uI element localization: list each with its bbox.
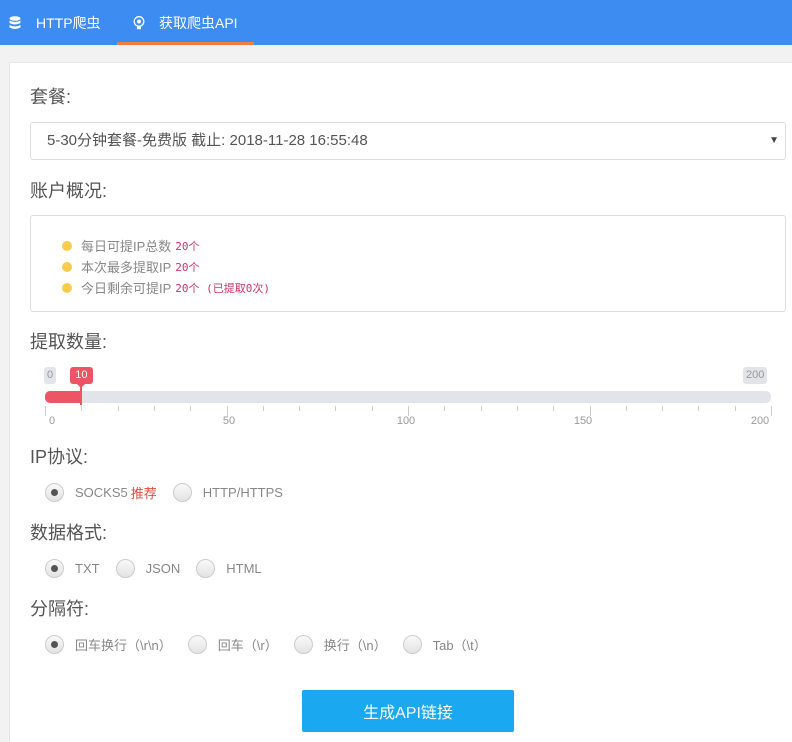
account-item-value: 20个 (已提取0次) [175,281,271,295]
package-select[interactable]: 5-30分钟套餐-免费版 截止: 2018-11-28 16:55:48 ▼ [30,122,786,160]
radio-tab[interactable]: Tab（\t） [402,634,487,654]
radio-label: HTML [226,560,262,576]
recommend-tag: 推荐 [130,485,157,501]
package-label: 套餐: [30,87,72,107]
scale-label: 0 [48,415,56,427]
slider-tick [771,406,772,416]
radio-label: 换行（\n） [323,637,387,653]
radio-circle[interactable] [45,558,64,578]
radio-circle[interactable] [172,482,192,502]
separator-radio-group: 回车换行（\r\n） 回车（\r） 换行（\n） Tab（\t） [45,634,503,654]
slider-tick [299,406,300,411]
bullet-dot-icon [62,240,72,251]
radio-socks5[interactable]: SOCKS5 推荐 [45,482,157,502]
account-overview-box: 每日可提IP总数 20个 本次最多提取IP 20个 今日剩余可提IP 20个 (… [30,215,786,312]
account-item-value: 20个 [175,239,200,253]
list-item: 本次最多提取IP 20个 [62,257,200,276]
slider-max-label: 200 [743,367,768,384]
tab-label: 获取爬虫API [159,14,238,31]
radio-lf[interactable]: 换行（\n） [293,634,387,654]
api-form-panel: 套餐: 5-30分钟套餐-免费版 截止: 2018-11-28 16:55:48… [9,62,792,742]
dropdown-arrow-icon: ▼ [769,135,779,146]
slider-tick [190,406,191,411]
slider-tick [698,406,699,411]
slider-current-label: 10 [70,367,93,388]
top-navigation-bar: HTTP爬虫 获取爬虫API [0,0,792,45]
slider-tick [553,406,554,411]
slider-handle[interactable] [80,385,83,405]
radio-circle[interactable] [402,634,422,654]
format-radio-group: TXT JSON HTML [45,558,278,578]
protocol-radio-group: SOCKS5 推荐 HTTP/HTTPS [45,482,299,502]
slider-tick [118,406,119,411]
format-label: 数据格式: [30,523,108,543]
radio-cr[interactable]: 回车（\r） [187,634,278,654]
account-item-value: 20个 [175,260,200,274]
radio-label: SOCKS5 [75,484,128,500]
radio-label: TXT [75,560,100,576]
list-item: 每日可提IP总数 20个 [62,236,200,255]
slider-tick [735,406,736,411]
slider-min-label: 0 [44,367,57,384]
radio-html[interactable]: HTML [196,558,262,578]
tab-http-crawler[interactable]: HTTP爬虫 [0,0,116,45]
radio-json[interactable]: JSON [115,558,181,578]
radio-label: HTTP/HTTPS [202,484,283,500]
scale-label: 100 [396,415,416,427]
bullet-dot-icon [62,261,72,272]
radio-circle[interactable] [293,634,313,654]
radio-label: 回车换行（\r\n） [75,637,172,653]
radio-circle[interactable] [187,634,207,654]
radio-circle[interactable] [196,558,216,578]
slider-tick [517,406,518,411]
radio-http-https[interactable]: HTTP/HTTPS [172,482,283,502]
slider-tick [444,406,445,411]
radio-circle[interactable] [115,558,135,578]
account-label: 账户概况: [30,181,108,201]
slider-tick [662,406,663,411]
scale-label: 150 [573,415,593,427]
scale-label: 200 [750,415,770,427]
account-item-text: 本次最多提取IP [81,260,172,275]
account-item-text: 每日可提IP总数 [81,239,172,254]
generate-api-link-button[interactable]: 生成API链接 [302,690,514,732]
radio-txt[interactable]: TXT [45,558,100,578]
quantity-slider[interactable] [45,385,771,405]
radio-crlf[interactable]: 回车换行（\r\n） [45,634,172,654]
tab-get-crawler-api[interactable]: 获取爬虫API [117,0,254,45]
tab-label: HTTP爬虫 [36,14,101,31]
slider-tick [626,406,627,411]
quantity-label: 提取数量: [30,332,108,352]
lightbulb-icon [133,15,145,30]
radio-label: Tab（\t） [432,637,487,653]
slider-tick [154,406,155,411]
radio-circle[interactable] [45,634,64,654]
radio-label: 回车（\r） [217,637,278,653]
list-item: 今日剩余可提IP 20个 (已提取0次) [62,278,270,297]
slider-tick [263,406,264,411]
radio-circle[interactable] [45,482,64,502]
separator-label: 分隔符: [30,599,90,619]
slider-tick [335,406,336,411]
slider-tick [372,406,373,411]
bullet-dot-icon [62,282,72,293]
slider-tick [481,406,482,411]
database-icon [9,15,21,30]
account-item-text: 今日剩余可提IP [81,281,172,296]
radio-label: JSON [145,560,181,576]
scale-label: 50 [222,415,236,427]
protocol-label: IP协议: [30,447,89,467]
slider-tick [81,406,82,411]
package-selected-value: 5-30分钟套餐-免费版 截止: 2018-11-28 16:55:48 [47,132,368,149]
slider-fill [45,391,82,403]
slider-tick [45,406,46,416]
